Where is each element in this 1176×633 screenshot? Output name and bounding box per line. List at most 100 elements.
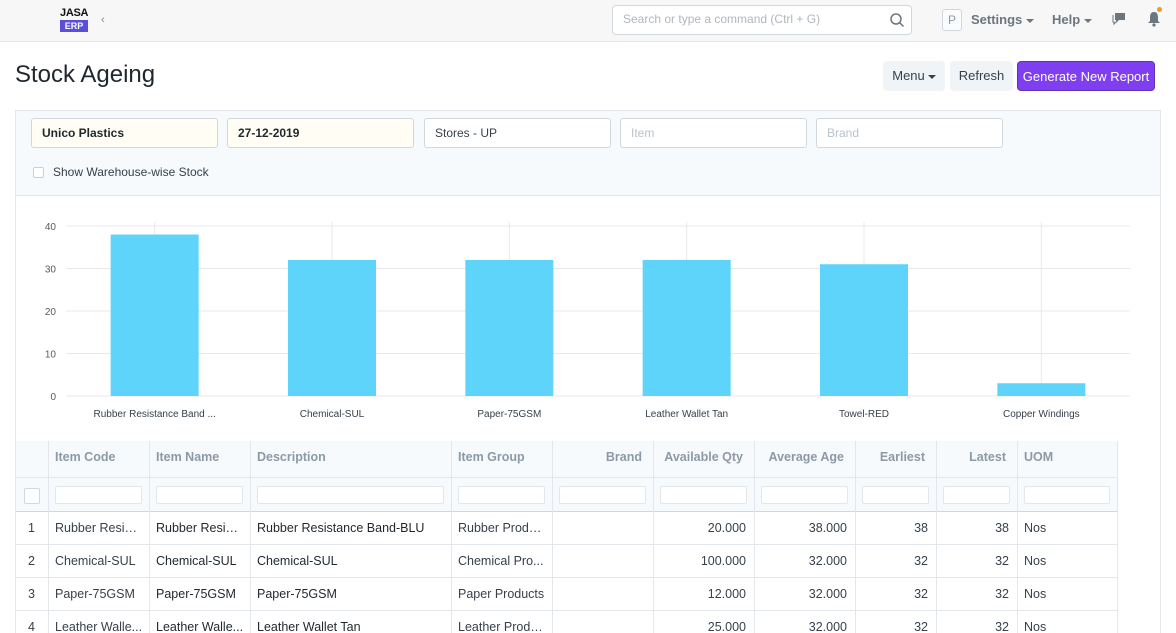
chart-bar: [820, 264, 908, 396]
table-cell: [553, 578, 654, 611]
select-all-checkbox[interactable]: [24, 488, 40, 504]
company-field[interactable]: Unico Plastics: [31, 118, 218, 148]
column-filter-input[interactable]: [55, 486, 142, 504]
table-cell: 38.000: [755, 512, 856, 545]
help-label: Help: [1052, 12, 1081, 27]
y-tick-label: 40: [45, 222, 57, 233]
chart-svg: 0 10 20 30 40 Rubber Resistance Band ... Chemi…: [45, 222, 1130, 420]
search-icon[interactable]: [889, 12, 905, 28]
y-tick-label: 20: [45, 307, 57, 318]
table-row[interactable]: 1 Rubber Resist... Rubber Resist... Rubber …: [16, 512, 1118, 545]
y-tick-label: 0: [50, 392, 56, 403]
table-row[interactable]: 4 Leather Walle... Leather Walle... Leather…: [16, 611, 1118, 633]
table-cell: 32: [856, 611, 937, 633]
table-row[interactable]: 3 Paper-75GSM Paper-75GSM Paper-75GSM Paper …: [16, 578, 1118, 611]
chat-icon[interactable]: [1112, 12, 1128, 26]
table-cell: 20.000: [654, 512, 755, 545]
column-filter-cell: [150, 477, 251, 512]
stock-ageing-chart: 0 10 20 30 40 Rubber Resistance Band ... Chemi…: [16, 200, 1160, 435]
column-header[interactable]: Latest: [937, 441, 1018, 477]
toggle-sidebar-icon[interactable]: ‹: [101, 14, 105, 26]
table-cell: 100.000: [654, 545, 755, 578]
table-cell: Rubber Resist...: [150, 512, 251, 545]
table-cell: Rubber Resist...: [49, 512, 150, 545]
table-cell: [553, 545, 654, 578]
table-cell: 32.000: [755, 545, 856, 578]
help-menu[interactable]: Help: [1052, 12, 1093, 27]
column-header[interactable]: Item Group: [452, 441, 553, 477]
menu-button-label: Menu: [892, 68, 925, 83]
table-cell: 32: [856, 545, 937, 578]
table-cell: Nos: [1018, 512, 1118, 545]
x-tick-label: Towel-RED: [839, 409, 889, 420]
column-filter-input[interactable]: [862, 486, 929, 504]
table-cell: 32.000: [755, 611, 856, 633]
row-index: 4: [16, 611, 49, 633]
column-filter-input[interactable]: [257, 486, 444, 504]
warehouse-field[interactable]: Stores - UP: [424, 118, 611, 148]
column-filter-cell: [1018, 477, 1118, 512]
table-cell: 38: [856, 512, 937, 545]
item-field[interactable]: Item: [620, 118, 807, 148]
chart-bar: [465, 260, 554, 396]
row-index: 1: [16, 512, 49, 545]
column-header[interactable]: Brand: [553, 441, 654, 477]
column-filter-cell: [856, 477, 937, 512]
column-filter-cell: [49, 477, 150, 512]
column-header[interactable]: Item Name: [150, 441, 251, 477]
column-filter-input[interactable]: [943, 486, 1010, 504]
warehouse-wise-checkbox-row[interactable]: Show Warehouse-wise Stock: [33, 165, 209, 179]
table-cell: Chemical-SUL: [49, 545, 150, 578]
column-header[interactable]: Earliest: [856, 441, 937, 477]
date-field[interactable]: 27-12-2019: [227, 118, 414, 148]
table-row[interactable]: 2 Chemical-SUL Chemical-SUL Chemical-SUL Che…: [16, 545, 1118, 578]
column-header[interactable]: Description: [251, 441, 452, 477]
logo-text-top: JASA: [60, 7, 89, 19]
column-header[interactable]: Item Code: [49, 441, 150, 477]
column-header[interactable]: Available Qty: [654, 441, 755, 477]
table-cell: Leather Wallet Tan: [251, 611, 452, 633]
table-cell: Leather Produ...: [452, 611, 553, 633]
search-input[interactable]: [623, 12, 883, 26]
search-bar[interactable]: [612, 5, 912, 35]
settings-label: Settings: [971, 12, 1023, 27]
warehouse-wise-checkbox[interactable]: [33, 167, 44, 178]
table-cell: Chemical-SUL: [251, 545, 452, 578]
refresh-button[interactable]: Refresh: [950, 61, 1013, 91]
table-cell: 32: [937, 545, 1018, 578]
chevron-down-icon: [1084, 18, 1093, 23]
x-tick-label: Rubber Resistance Band ...: [94, 409, 216, 420]
row-index: 2: [16, 545, 49, 578]
column-filter-input[interactable]: [559, 486, 646, 504]
avatar[interactable]: P: [942, 9, 962, 31]
column-filter-input[interactable]: [761, 486, 848, 504]
settings-menu[interactable]: Settings: [971, 12, 1035, 27]
table-cell: 32: [856, 578, 937, 611]
column-header[interactable]: UOM: [1018, 441, 1118, 477]
table-cell: 32: [937, 578, 1018, 611]
column-header-index: [16, 441, 49, 477]
column-filter-input[interactable]: [156, 486, 243, 504]
brand-field[interactable]: Brand: [816, 118, 1003, 148]
table-cell: 25.000: [654, 611, 755, 633]
column-filter-input[interactable]: [1024, 486, 1110, 504]
chart-bar: [642, 260, 731, 396]
column-filter-input[interactable]: [458, 486, 545, 504]
menu-button[interactable]: Menu: [883, 61, 945, 91]
column-filter-cell: [553, 477, 654, 512]
table-cell: [553, 611, 654, 633]
app-logo[interactable]: JASA ERP: [60, 7, 90, 33]
table-cell: 32.000: [755, 578, 856, 611]
column-filter-input[interactable]: [660, 486, 747, 504]
column-header[interactable]: Average Age: [755, 441, 856, 477]
column-filter-cell: [251, 477, 452, 512]
generate-report-button[interactable]: Generate New Report: [1017, 61, 1155, 91]
x-tick-label: Chemical-SUL: [300, 409, 365, 420]
table-cell: Paper-75GSM: [49, 578, 150, 611]
y-tick-label: 30: [45, 265, 57, 276]
table-cell: Nos: [1018, 545, 1118, 578]
table-cell: Chemical Pro...: [452, 545, 553, 578]
table-cell: Paper-75GSM: [150, 578, 251, 611]
bell-icon[interactable]: [1146, 10, 1162, 28]
table-header: Item Code Item Name Description Item Group B…: [16, 441, 1118, 512]
